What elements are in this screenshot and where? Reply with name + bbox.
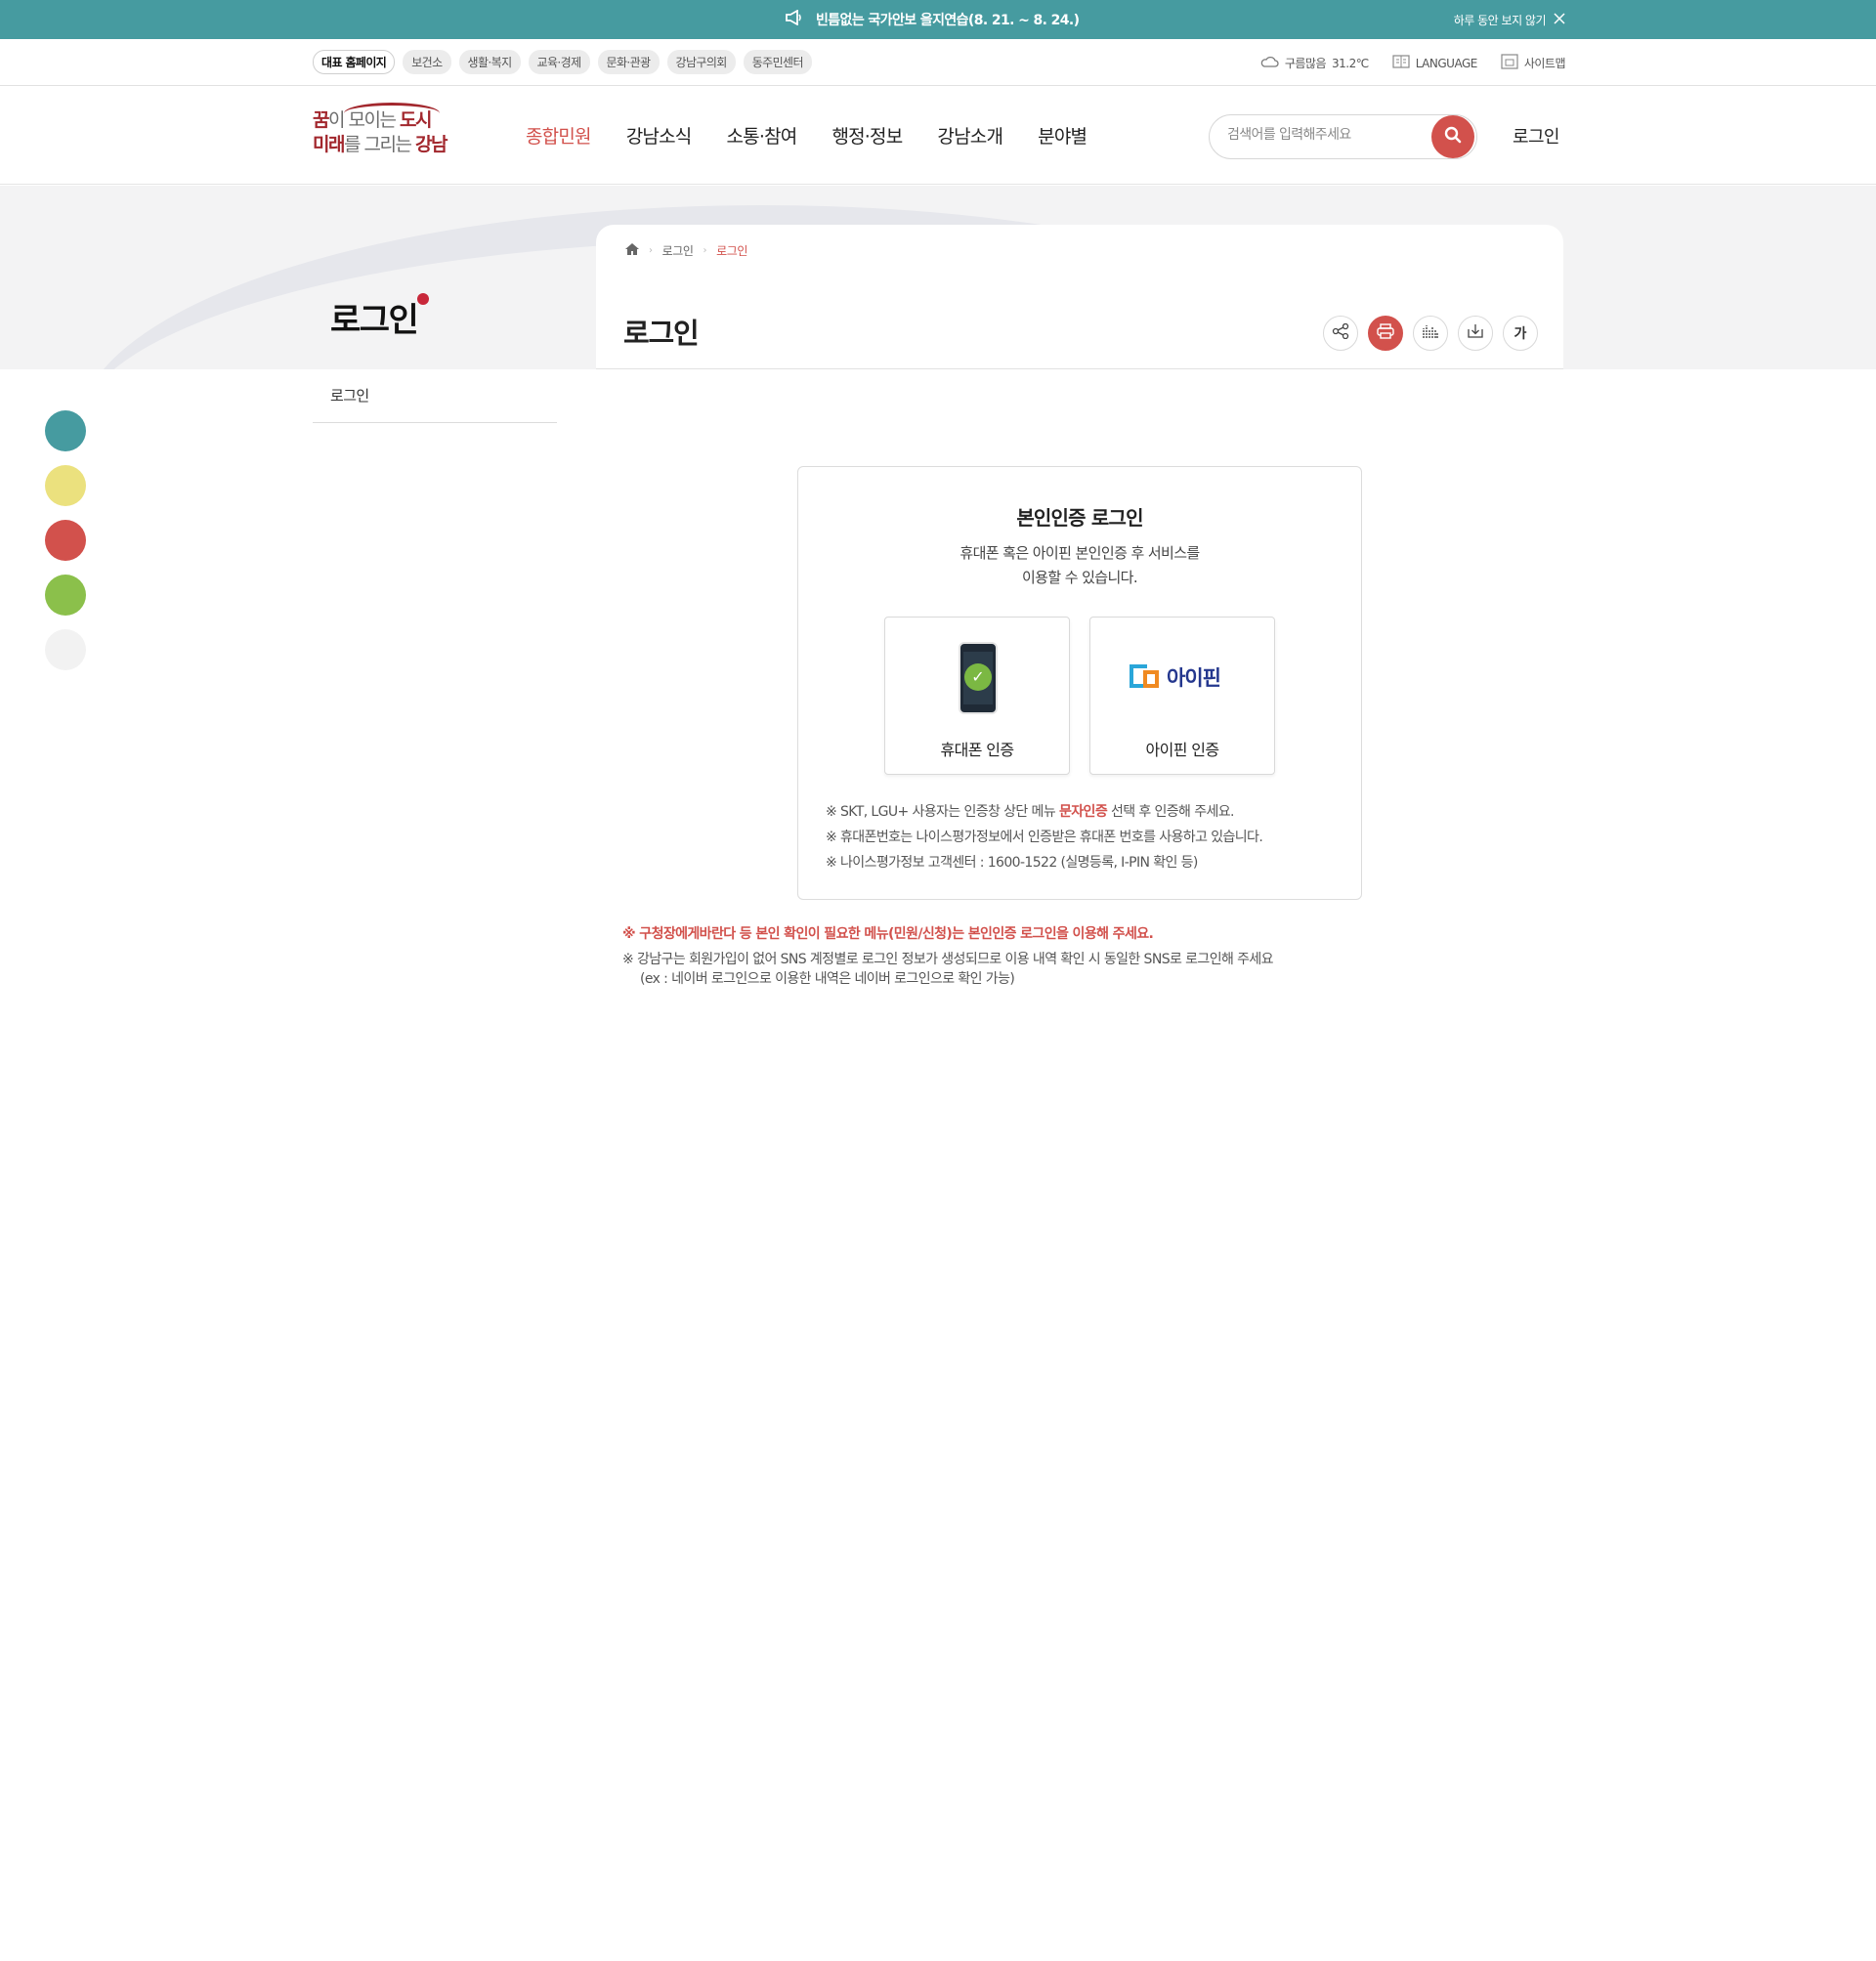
ipin-logo-text: 아이핀 <box>1167 666 1221 690</box>
search-box <box>1209 114 1477 159</box>
page-tools: 가 <box>1323 316 1538 351</box>
announcement[interactable]: 빈틈없는 국가안보 을지연습(8. 21. ~ 8. 24.) <box>785 9 1080 29</box>
side-menu: 로그인 <box>313 369 557 423</box>
identity-login-box: 본인인증 로그인 휴대폰 혹은 아이핀 본인인증 후 서비스를 이용할 수 있습… <box>797 466 1362 900</box>
description-line: 이용할 수 있습니다. <box>1021 569 1138 586</box>
print-button[interactable] <box>1368 316 1403 351</box>
language-label: LANGUAGE <box>1415 56 1478 70</box>
share-button[interactable] <box>1323 316 1358 351</box>
qr-icon <box>1422 323 1439 343</box>
logo-arc <box>344 103 440 124</box>
ipin-mark-icon <box>1130 664 1161 690</box>
qr-button[interactable] <box>1413 316 1448 351</box>
site-links: 대표 홈페이지 보건소 생활·복지 교육·경제 문화·관광 강남구의회 동주민센… <box>313 50 812 74</box>
phone-check-icon: ✓ <box>959 642 998 714</box>
description-line: 휴대폰 혹은 아이핀 본인인증 후 서비스를 <box>959 544 1200 562</box>
logo-text: 꿈 <box>313 109 329 131</box>
bottom-notes: ※ 구청장에게바란다 등 본인 확인이 필요한 메뉴(민원/신청)는 본인인증 … <box>622 924 1274 989</box>
site-link-welfare[interactable]: 생활·복지 <box>458 50 521 74</box>
close-for-today-button[interactable]: 하루 동안 보지 않기 <box>1454 12 1565 28</box>
site-link-main[interactable]: 대표 홈페이지 <box>313 50 396 74</box>
theme-color-dots <box>45 410 86 670</box>
close-icon <box>1554 13 1565 27</box>
home-icon[interactable] <box>625 243 639 258</box>
language-button[interactable]: LANGUAGE <box>1392 54 1477 72</box>
site-link-health[interactable]: 보건소 <box>403 50 451 74</box>
logo-text: 를 그리는 <box>343 134 415 155</box>
bottom-note-important: ※ 구청장에게바란다 등 본인 확인이 필요한 메뉴(민원/신청)는 본인인증 … <box>622 926 1154 942</box>
sitemap-icon <box>1501 54 1518 72</box>
weather-label: 구름많음 <box>1284 57 1327 70</box>
login-note: ※ SKT, LGU+ 사용자는 인증창 상단 메뉴 문자인증 선택 후 인증해… <box>826 799 1262 825</box>
note-text: 선택 후 인증해 주세요. <box>1107 804 1235 820</box>
utility-bar: 대표 홈페이지 보건소 생활·복지 교육·경제 문화·관광 강남구의회 동주민센… <box>0 39 1876 86</box>
theme-dot-light[interactable] <box>45 629 86 670</box>
breadcrumb-current: 로그인 <box>716 244 748 258</box>
announcement-bar: 빈틈없는 국가안보 을지연습(8. 21. ~ 8. 24.) 하루 동안 보지… <box>0 0 1876 39</box>
logo-line2: 미래를 그리는 강남 <box>313 133 459 157</box>
font-size-button[interactable]: 가 <box>1503 316 1538 351</box>
search-button[interactable] <box>1431 115 1474 158</box>
cloud-icon <box>1259 56 1279 70</box>
breadcrumb: › 로그인 › 로그인 <box>625 242 747 259</box>
close-for-today-label: 하루 동안 보지 않기 <box>1453 14 1547 27</box>
header-login-link[interactable]: 로그인 <box>1513 123 1559 149</box>
sitemap-label: 사이트맵 <box>1523 57 1566 70</box>
language-icon <box>1392 54 1410 72</box>
theme-dot-green[interactable] <box>45 575 86 616</box>
site-link-culture[interactable]: 문화·관광 <box>597 50 660 74</box>
phone-auth-label: 휴대폰 인증 <box>940 741 1014 759</box>
side-title-text: 로그인 <box>330 301 419 340</box>
note-text: ※ SKT, LGU+ 사용자는 인증창 상단 메뉴 <box>826 804 1059 820</box>
logo-text: 미래 <box>313 134 345 155</box>
megaphone-icon <box>785 9 804 29</box>
search-icon <box>1444 126 1462 148</box>
note-highlight: 문자인증 <box>1058 804 1108 820</box>
theme-dot-teal[interactable] <box>45 410 86 451</box>
login-note: ※ 나이스평가정보 고객센터 : 1600-1522 (실명등록, I-PIN … <box>826 855 1198 871</box>
site-link-community-center[interactable]: 동주민센터 <box>743 50 812 74</box>
side-title: 로그인 <box>330 293 430 341</box>
weather: 구름많음 31.2℃ <box>1259 54 1369 72</box>
login-note: ※ 휴대폰번호는 나이스평가정보에서 인증받은 휴대폰 번호를 사용하고 있습니… <box>826 830 1263 845</box>
utility-right: 구름많음 31.2℃ LANGUAGE 사이트맵 <box>1259 54 1566 72</box>
download-button[interactable] <box>1458 316 1493 351</box>
nav-administration[interactable]: 행정·정보 <box>831 122 903 149</box>
temperature: 31.2℃ <box>1332 56 1369 70</box>
announcement-text: 빈틈없는 국가안보 을지연습(8. 21. ~ 8. 24.) <box>816 13 1080 28</box>
print-icon <box>1377 323 1394 343</box>
phone-auth-button[interactable]: ✓ 휴대폰 인증 <box>884 617 1070 775</box>
page-title: 로그인 <box>623 317 700 350</box>
theme-dot-red[interactable] <box>45 520 86 561</box>
main-navigation: 종합민원 강남소식 소통·참여 행정·정보 강남소개 분야별 <box>526 122 1087 149</box>
ipin-auth-button[interactable]: 아이핀 아이핀 인증 <box>1089 617 1275 775</box>
nav-participation[interactable]: 소통·참여 <box>726 122 797 149</box>
side-menu-item-login[interactable]: 로그인 <box>330 385 369 405</box>
nav-about[interactable]: 강남소개 <box>937 122 1003 149</box>
breadcrumb-separator: › <box>703 245 707 256</box>
login-box-title: 본인인증 로그인 <box>1016 506 1143 530</box>
site-link-council[interactable]: 강남구의회 <box>666 50 736 74</box>
bottom-note: (ex : 네이버 로그인으로 이용한 내역은 네이버 로그인으로 확인 가능) <box>640 971 1015 987</box>
header: 꿈이 모이는 도시 미래를 그리는 강남 종합민원 강남소식 소통·참여 행정·… <box>0 87 1876 185</box>
bottom-note: ※ 강남구는 회원가입이 없어 SNS 계정별로 로그인 정보가 생성되므로 이… <box>622 952 1274 967</box>
theme-dot-yellow[interactable] <box>45 465 86 506</box>
logo-text: 강남 <box>414 134 448 155</box>
content-header: › 로그인 › 로그인 로그인 가 <box>596 225 1563 369</box>
site-link-education[interactable]: 교육·경제 <box>528 50 590 74</box>
share-icon <box>1332 322 1349 343</box>
nav-by-field[interactable]: 분야별 <box>1038 122 1087 149</box>
ipin-auth-label: 아이핀 인증 <box>1145 741 1219 759</box>
ipin-logo: 아이핀 <box>1130 662 1221 692</box>
breadcrumb-separator: › <box>649 245 653 256</box>
nav-civil-affairs[interactable]: 종합민원 <box>526 122 592 149</box>
sitemap-button[interactable]: 사이트맵 <box>1501 54 1566 72</box>
logo[interactable]: 꿈이 모이는 도시 미래를 그리는 강남 <box>313 103 459 163</box>
breadcrumb-item[interactable]: 로그인 <box>662 242 694 259</box>
search-input[interactable] <box>1227 127 1413 143</box>
login-notes: ※ SKT, LGU+ 사용자는 인증창 상단 메뉴 문자인증 선택 후 인증해… <box>826 799 1263 875</box>
download-icon <box>1467 323 1484 343</box>
login-box-description: 휴대폰 혹은 아이핀 본인인증 후 서비스를 이용할 수 있습니다. <box>798 541 1361 590</box>
nav-news[interactable]: 강남소식 <box>626 122 693 149</box>
